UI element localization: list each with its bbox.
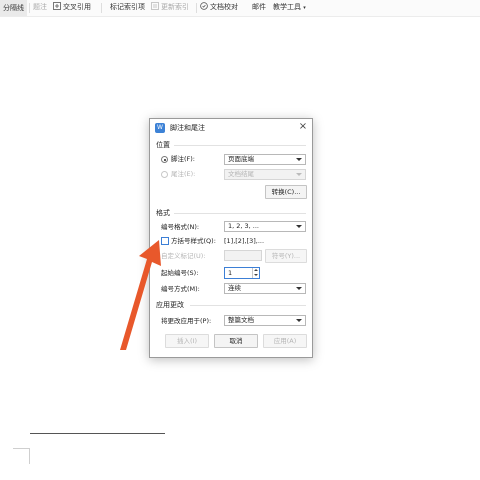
arrow-icon (120, 240, 161, 350)
